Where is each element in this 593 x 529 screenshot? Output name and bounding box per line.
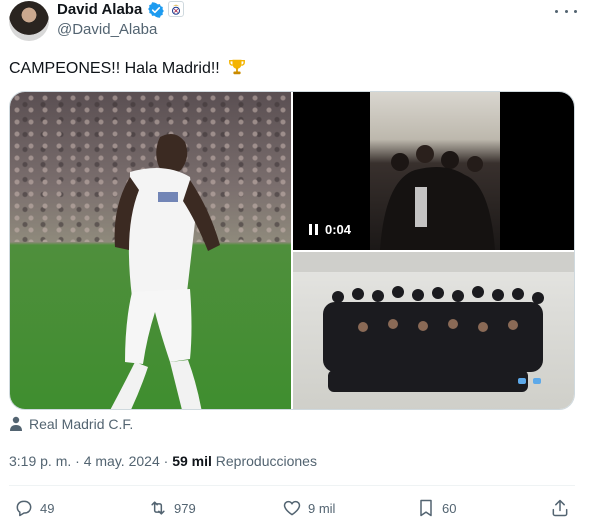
player-figure (110, 133, 220, 409)
pause-icon[interactable] (309, 224, 318, 235)
tweet-header: David Alaba @David_Alaba (0, 0, 593, 44)
more-options-icon[interactable] (555, 4, 577, 18)
verified-badge-icon[interactable] (148, 2, 164, 18)
tweet-date[interactable]: 4 may. 2024 (84, 453, 160, 469)
divider (9, 485, 575, 486)
share-icon (552, 499, 568, 517)
tweet-meta: 3:19 p. m. · 4 may. 2024 · 59 mil Reprod… (9, 452, 317, 470)
video-frame (370, 92, 500, 250)
action-bar: 49 979 9 mil 60 (0, 498, 593, 522)
author-name[interactable]: David Alaba (57, 1, 142, 19)
reply-icon (16, 500, 32, 517)
bookmark-icon (420, 499, 432, 517)
share-button[interactable] (550, 498, 570, 518)
meta-separator: · (75, 453, 80, 469)
celebration-video[interactable]: 0:04 (293, 92, 574, 250)
like-count: 9 mil (308, 500, 336, 516)
person-icon (10, 416, 22, 431)
repost-count: 979 (174, 500, 196, 516)
team-photo[interactable] (293, 252, 574, 409)
views-count: 59 mil (172, 453, 212, 469)
like-button[interactable]: 9 mil (282, 498, 335, 518)
bookmark-button[interactable]: 60 (416, 498, 456, 518)
tweet-text: CAMPEONES!! Hala Madrid!! (9, 58, 246, 79)
video-timestamp[interactable]: 0:04 (309, 222, 351, 237)
reply-count: 49 (40, 500, 55, 516)
celebration-crowd (380, 145, 495, 250)
repost-icon (151, 501, 165, 515)
tweet-time[interactable]: 3:19 p. m. (9, 453, 71, 469)
club-badge-icon[interactable] (168, 1, 184, 17)
trophy-emoji-icon (229, 59, 246, 75)
meta-separator: · (163, 453, 169, 469)
location-label: Real Madrid C.F. (29, 416, 134, 432)
bookmark-count: 60 (442, 500, 457, 516)
media-grid: 0:04 (9, 91, 575, 410)
tweet-text-content: CAMPEONES!! Hala Madrid!! (9, 60, 220, 77)
video-time-label: 0:04 (325, 222, 352, 237)
reply-button[interactable]: 49 (14, 498, 54, 518)
player-celebration-photo[interactable] (10, 92, 291, 409)
author-handle[interactable]: @David_Alaba (57, 21, 157, 39)
views-label: Reproducciones (215, 453, 317, 469)
heart-icon (283, 500, 301, 516)
team-group (293, 252, 574, 392)
avatar[interactable] (9, 1, 49, 41)
location-tag[interactable]: Real Madrid C.F. (9, 416, 133, 432)
repost-button[interactable]: 979 (148, 498, 196, 518)
